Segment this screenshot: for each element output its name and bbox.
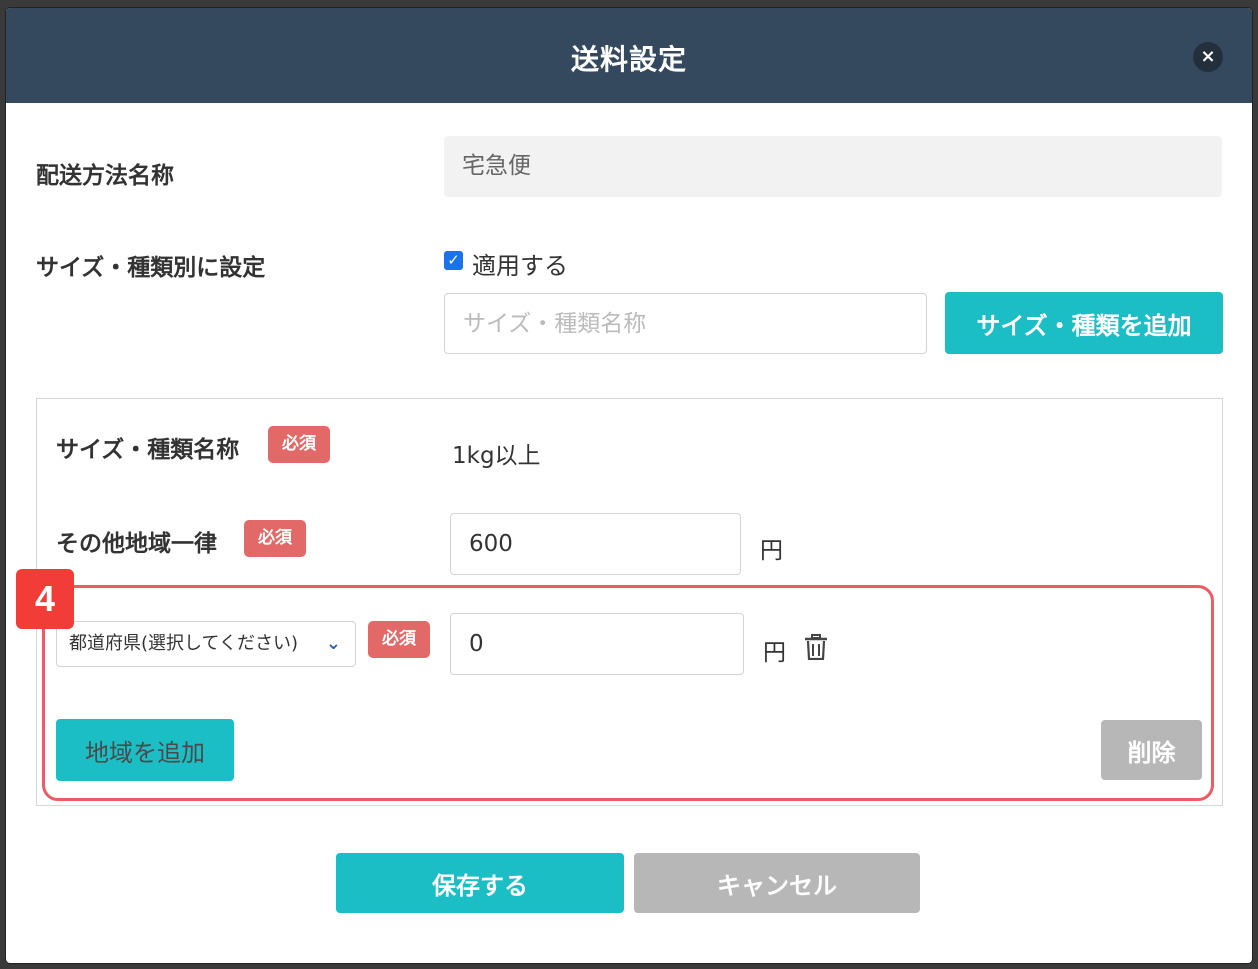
modal-title: 送料設定 [570,43,687,76]
prefecture-select-value: 都道府県(選択してください) [69,633,298,654]
cancel-button[interactable]: キャンセル [634,853,920,913]
yen-unit: 円 [763,640,786,666]
trash-icon[interactable] [804,634,828,660]
close-icon: × [1200,46,1216,67]
step-number-badge: 4 [16,569,74,629]
checkmark-icon: ✓ [447,251,460,269]
chevron-down-icon: ⌄ [325,633,341,654]
yen-unit: 円 [760,538,783,564]
apply-checkbox-label[interactable]: 適用する [472,246,568,281]
size-type-name-label: サイズ・種類名称 [56,437,240,463]
delete-button[interactable]: 削除 [1101,720,1202,780]
shipping-method-label: 配送方法名称 [36,163,174,189]
other-region-fee-input[interactable] [450,513,741,575]
required-badge: 必須 [244,520,306,557]
shipping-method-field: 宅急便 [444,136,1222,197]
size-type-name-value: 1kg以上 [452,443,541,469]
other-region-label: その他地域一律 [56,531,217,557]
size-type-name-input[interactable] [444,293,927,354]
required-badge: 必須 [368,621,430,658]
prefecture-select[interactable]: 都道府県(選択してください) ⌄ [56,621,356,667]
shipping-settings-modal: 送料設定 × 配送方法名称 宅急便 サイズ・種類別に設定 ✓ 適用する サイズ・… [6,8,1252,963]
modal-header: 送料設定 × [6,8,1252,103]
size-type-setting-label: サイズ・種類別に設定 [36,255,266,281]
add-region-button[interactable]: 地域を追加 [56,719,234,781]
apply-checkbox[interactable]: ✓ [444,251,463,270]
close-button[interactable]: × [1193,42,1223,72]
add-size-type-button[interactable]: サイズ・種類を追加 [945,292,1223,354]
save-button[interactable]: 保存する [336,853,624,913]
required-badge: 必須 [268,426,330,463]
prefecture-fee-input[interactable] [450,613,744,675]
